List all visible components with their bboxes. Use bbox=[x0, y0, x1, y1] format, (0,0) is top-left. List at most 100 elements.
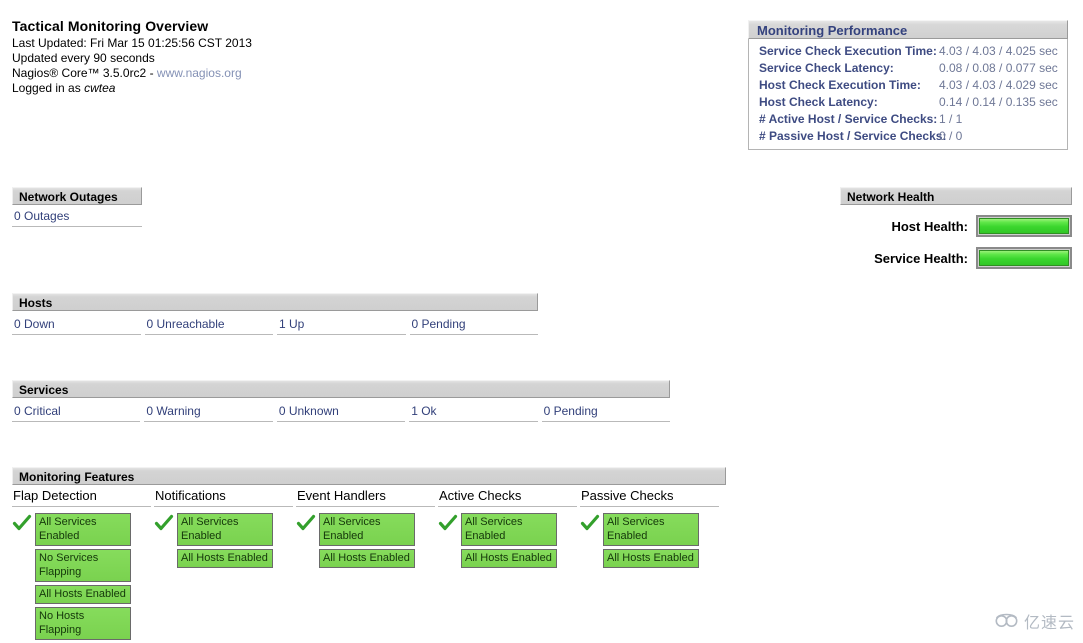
feature-box[interactable]: All Hosts Enabled bbox=[603, 549, 699, 568]
service-health-bar-fill bbox=[979, 250, 1069, 266]
perf-label: Host Check Execution Time: bbox=[759, 78, 921, 92]
feature-heading: Event Handlers bbox=[296, 488, 435, 507]
hosts-up-link[interactable]: 1 Up bbox=[279, 317, 304, 331]
services-unknown-link[interactable]: 0 Unknown bbox=[279, 404, 339, 418]
hosts-status-cell: 0 Pending bbox=[409, 313, 538, 335]
monitoring-features-section: Monitoring Features Flap Detection All S… bbox=[12, 467, 726, 643]
feature-box-list: All Services Enabled All Hosts Enabled bbox=[603, 513, 719, 571]
perf-row: Host Check Latency: 0.14 / 0.14 / 0.135 … bbox=[749, 94, 1067, 111]
feature-box[interactable]: All Hosts Enabled bbox=[177, 549, 273, 568]
services-pending-link[interactable]: 0 Pending bbox=[544, 404, 598, 418]
perf-row: Service Check Latency: 0.08 / 0.08 / 0.0… bbox=[749, 60, 1067, 77]
feature-body: All Services Enabled All Hosts Enabled bbox=[580, 507, 719, 571]
feature-box[interactable]: All Services Enabled bbox=[603, 513, 699, 546]
hosts-status-row: 0 Down 0 Unreachable 1 Up 0 Pending bbox=[12, 313, 538, 335]
hosts-section: Hosts 0 Down 0 Unreachable 1 Up 0 Pendin… bbox=[12, 293, 538, 335]
feature-body: All Services Enabled All Hosts Enabled bbox=[154, 507, 293, 571]
feature-column-event-handlers: Event Handlers All Services Enabled All … bbox=[296, 488, 435, 643]
monitoring-performance-body: Service Check Execution Time: 4.03 / 4.0… bbox=[748, 39, 1068, 150]
outages-count-link[interactable]: 0 Outages bbox=[12, 205, 142, 227]
cloud-logo-icon bbox=[994, 611, 1020, 632]
feature-body: All Services Enabled All Hosts Enabled bbox=[296, 507, 435, 571]
network-outages-section: Network Outages 0 Outages bbox=[12, 187, 142, 227]
services-status-cell: 0 Pending bbox=[541, 400, 671, 422]
feature-box-list: All Services Enabled All Hosts Enabled bbox=[319, 513, 435, 571]
services-title: Services bbox=[12, 380, 670, 398]
service-health-bar bbox=[976, 247, 1072, 269]
update-interval-text: Updated every 90 seconds bbox=[12, 51, 155, 65]
hosts-pending-link[interactable]: 0 Pending bbox=[412, 317, 466, 331]
feature-heading: Flap Detection bbox=[12, 488, 151, 507]
watermark: 亿速云 bbox=[994, 609, 1075, 633]
feature-box[interactable]: All Hosts Enabled bbox=[319, 549, 415, 568]
green-check-icon bbox=[580, 513, 600, 533]
monitoring-features-columns: Flap Detection All Services Enabled No S… bbox=[12, 488, 726, 643]
perf-label: Host Check Latency: bbox=[759, 95, 878, 109]
health-row-host: Host Health: bbox=[840, 215, 1072, 237]
feature-box[interactable]: All Services Enabled bbox=[319, 513, 415, 546]
feature-column-notifications: Notifications All Services Enabled All H… bbox=[154, 488, 293, 643]
version-text: Nagios® Core™ 3.5.0rc2 - bbox=[12, 66, 157, 80]
perf-value: 0 / 0 bbox=[939, 129, 963, 143]
feature-box[interactable]: No Services Flapping bbox=[35, 549, 131, 582]
network-health-panel: Network Health Host Health: Service Heal… bbox=[840, 187, 1072, 269]
hosts-down-link[interactable]: 0 Down bbox=[14, 317, 55, 331]
feature-box-list: All Services Enabled All Hosts Enabled bbox=[177, 513, 293, 571]
perf-value: 0.08 / 0.08 / 0.077 sec bbox=[939, 61, 1058, 75]
hosts-unreachable-link[interactable]: 0 Unreachable bbox=[147, 317, 225, 331]
feature-box[interactable]: All Hosts Enabled bbox=[461, 549, 557, 568]
perf-value: 0.14 / 0.14 / 0.135 sec bbox=[939, 95, 1058, 109]
perf-value: 1 / 1 bbox=[939, 112, 963, 126]
feature-box-list: All Services Enabled No Services Flappin… bbox=[35, 513, 151, 643]
perf-label: # Passive Host / Service Checks: bbox=[759, 129, 947, 143]
perf-row: Host Check Execution Time: 4.03 / 4.03 /… bbox=[749, 77, 1067, 94]
perf-label: # Active Host / Service Checks: bbox=[759, 112, 938, 126]
services-critical-link[interactable]: 0 Critical bbox=[14, 404, 61, 418]
feature-body: All Services Enabled No Services Flappin… bbox=[12, 507, 151, 643]
feature-box[interactable]: All Services Enabled bbox=[461, 513, 557, 546]
feature-box[interactable]: All Services Enabled bbox=[177, 513, 273, 546]
perf-row: # Active Host / Service Checks: 1 / 1 bbox=[749, 111, 1067, 128]
services-status-cell: 0 Critical bbox=[12, 400, 141, 422]
host-health-label: Host Health: bbox=[891, 218, 968, 234]
perf-row: Service Check Execution Time: 4.03 / 4.0… bbox=[749, 43, 1067, 60]
monitoring-features-title: Monitoring Features bbox=[12, 467, 726, 485]
feature-heading: Notifications bbox=[154, 488, 293, 507]
feature-column-passive-checks: Passive Checks All Services Enabled All … bbox=[580, 488, 719, 643]
version-line: Nagios® Core™ 3.5.0rc2 - www.nagios.org bbox=[12, 66, 432, 81]
services-section: Services 0 Critical 0 Warning 0 Unknown … bbox=[12, 380, 671, 422]
nagios-website-link[interactable]: www.nagios.org bbox=[157, 66, 242, 80]
feature-box-list: All Services Enabled All Hosts Enabled bbox=[461, 513, 577, 571]
perf-label: Service Check Latency: bbox=[759, 61, 894, 75]
feature-heading: Active Checks bbox=[438, 488, 577, 507]
logged-in-label: Logged in as bbox=[12, 81, 85, 95]
services-status-cell: 0 Unknown bbox=[276, 400, 406, 422]
monitoring-performance-panel: Monitoring Performance Service Check Exe… bbox=[748, 20, 1068, 150]
green-check-icon bbox=[438, 513, 458, 533]
feature-column-flap-detection: Flap Detection All Services Enabled No S… bbox=[12, 488, 151, 643]
perf-row: # Passive Host / Service Checks: 0 / 0 bbox=[749, 128, 1067, 145]
perf-label: Service Check Execution Time: bbox=[759, 44, 937, 58]
green-check-icon bbox=[154, 513, 174, 533]
services-status-cell: 0 Warning bbox=[144, 400, 273, 422]
services-status-row: 0 Critical 0 Warning 0 Unknown 1 Ok 0 Pe… bbox=[12, 400, 671, 422]
hosts-status-cell: 1 Up bbox=[277, 313, 406, 335]
overview-header: Tactical Monitoring Overview Last Update… bbox=[12, 18, 432, 96]
perf-value: 4.03 / 4.03 / 4.029 sec bbox=[939, 78, 1058, 92]
feature-box[interactable]: All Hosts Enabled bbox=[35, 585, 131, 604]
health-row-service: Service Health: bbox=[840, 247, 1072, 269]
hosts-title: Hosts bbox=[12, 293, 538, 311]
hosts-status-cell: 0 Unreachable bbox=[144, 313, 273, 335]
last-updated-text: Last Updated: Fri Mar 15 01:25:56 CST 20… bbox=[12, 36, 252, 50]
services-warning-link[interactable]: 0 Warning bbox=[146, 404, 200, 418]
network-outages-title: Network Outages bbox=[12, 187, 142, 205]
hosts-status-cell: 0 Down bbox=[12, 313, 141, 335]
services-ok-link[interactable]: 1 Ok bbox=[411, 404, 436, 418]
page-title: Tactical Monitoring Overview bbox=[12, 18, 209, 34]
network-health-title: Network Health bbox=[840, 187, 1072, 205]
green-check-icon bbox=[296, 513, 316, 533]
service-health-label: Service Health: bbox=[874, 250, 968, 266]
logged-in-line: Logged in as cwtea bbox=[12, 81, 432, 96]
feature-box[interactable]: All Services Enabled bbox=[35, 513, 131, 546]
feature-box[interactable]: No Hosts Flapping bbox=[35, 607, 131, 640]
